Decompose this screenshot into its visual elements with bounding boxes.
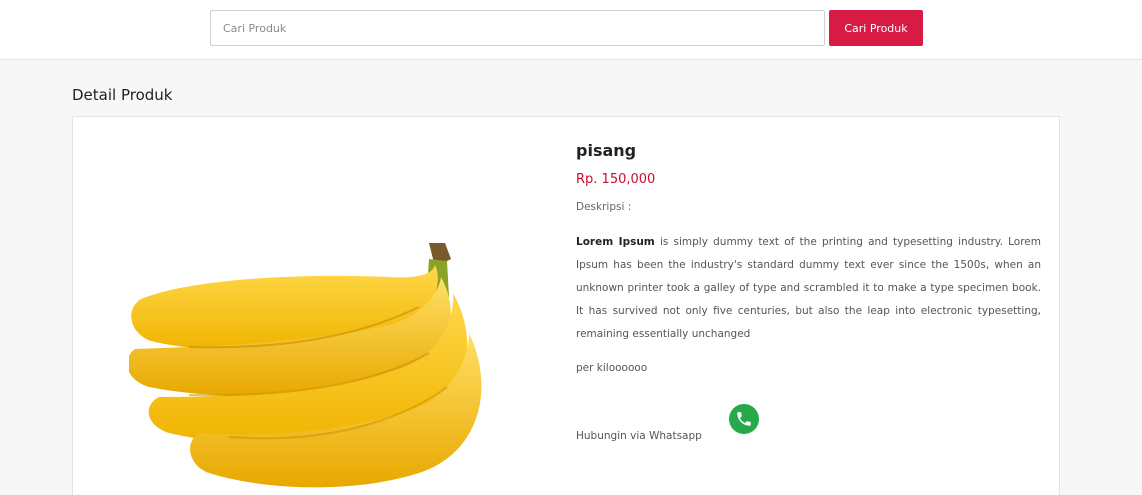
whatsapp-icon[interactable] xyxy=(729,404,759,434)
description-body: is simply dummy text of the printing and… xyxy=(576,236,1041,340)
product-description: Lorem Ipsum is simply dummy text of the … xyxy=(576,231,1041,346)
whatsapp-contact: Hubungin via Whatsapp xyxy=(576,404,1041,454)
phone-icon xyxy=(737,412,751,426)
search-input[interactable] xyxy=(210,10,825,46)
banana-image xyxy=(129,243,482,488)
product-info: pisang Rp. 150,000 Deskripsi : Lorem Ips… xyxy=(576,141,1041,454)
product-name: pisang xyxy=(576,141,637,160)
top-bar: Cari Produk xyxy=(0,0,1142,60)
product-detail-card: pisang Rp. 150,000 Deskripsi : Lorem Ips… xyxy=(72,116,1060,495)
page-title: Detail Produk xyxy=(72,86,173,104)
description-label: Deskripsi : xyxy=(576,201,632,213)
whatsapp-label: Hubungin via Whatsapp xyxy=(576,430,702,442)
product-price: Rp. 150,000 xyxy=(576,172,656,187)
description-lead: Lorem Ipsum xyxy=(576,236,655,248)
product-unit: per kiloooooo xyxy=(576,362,648,374)
search-button[interactable]: Cari Produk xyxy=(829,10,923,46)
